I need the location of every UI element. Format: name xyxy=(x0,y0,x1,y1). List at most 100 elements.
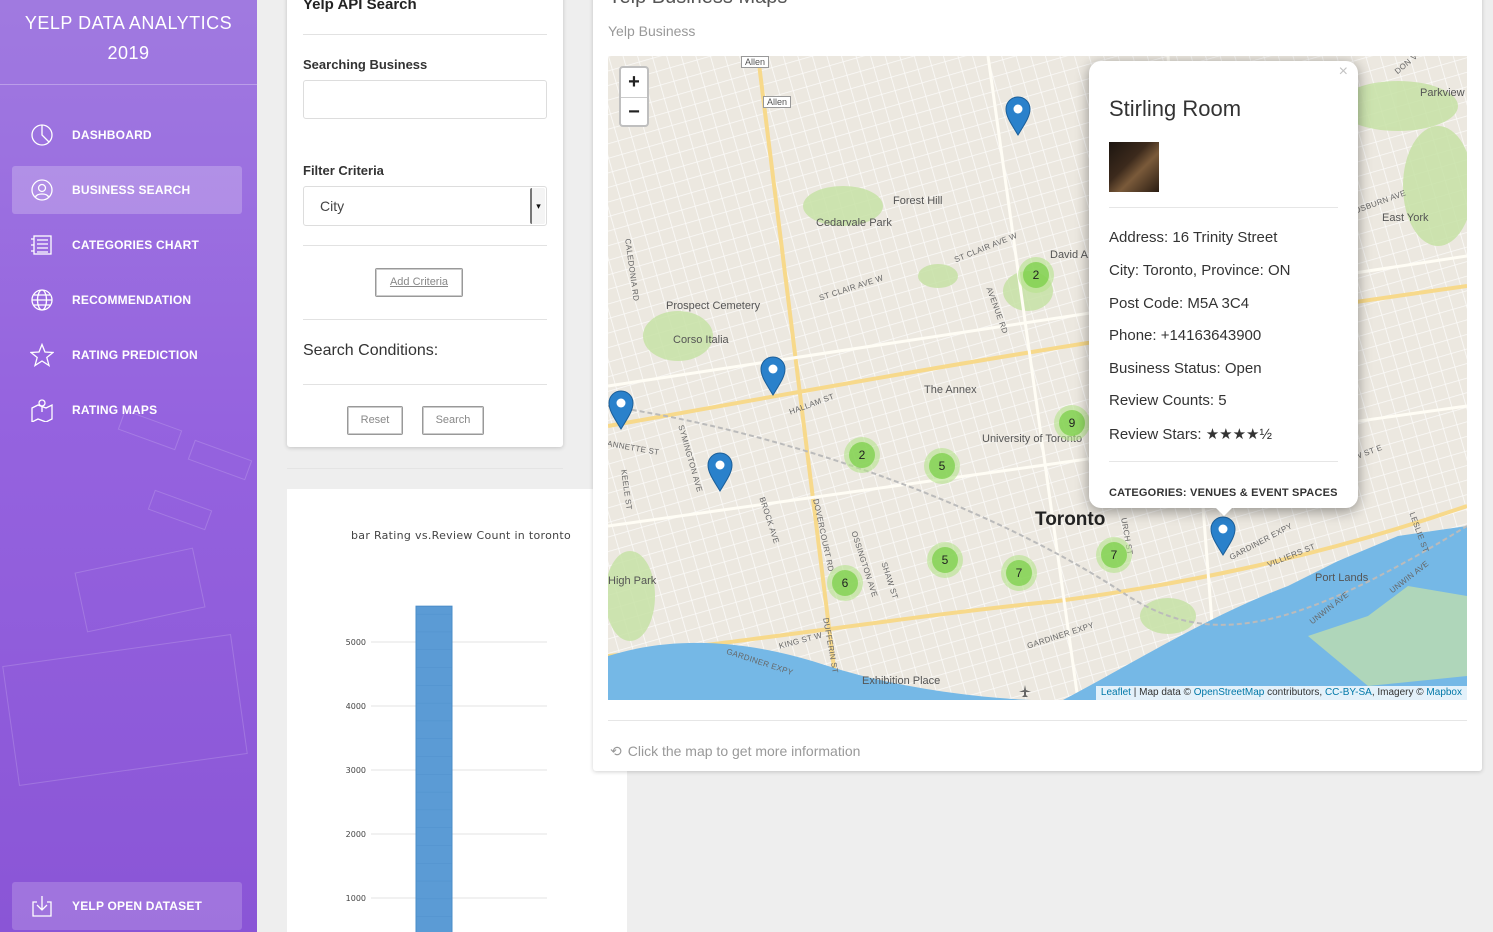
map-place-label: High Park xyxy=(608,575,657,587)
business-city: City: Toronto, Province: ON xyxy=(1109,262,1291,279)
popup-tip xyxy=(1214,506,1234,516)
marker-cluster[interactable]: 2 xyxy=(844,437,880,473)
cluster-count: 2 xyxy=(1023,262,1049,288)
divider xyxy=(303,34,547,35)
map-pin-icon[interactable] xyxy=(1210,516,1236,556)
map-footer: ⟲ Click the map to get more information xyxy=(610,743,860,760)
sidebar-item-label: RATING MAPS xyxy=(72,403,158,417)
y-tick-label: 5000 xyxy=(346,638,366,647)
y-tick-label: 4000 xyxy=(346,702,366,711)
cluster-count: 9 xyxy=(1059,410,1085,436)
search-panel: Yelp API Search Searching Business Filte… xyxy=(287,0,563,447)
map-pin-icon[interactable] xyxy=(760,356,786,396)
add-criteria-button[interactable]: Add Criteria xyxy=(375,268,463,297)
user-icon xyxy=(31,179,53,201)
map-place-label: Corso Italia xyxy=(673,334,729,346)
sidebar-item-dashboard[interactable]: DASHBOARD xyxy=(12,111,242,159)
map-panel: Yelp Business Maps Yelp Business xyxy=(593,0,1482,771)
business-phone: Phone: +14163643900 xyxy=(1109,327,1262,344)
business-review-stars: Review Stars: ★★★★½ xyxy=(1109,426,1272,443)
bar-chart: 1000 2000 3000 4000 5000 xyxy=(346,605,547,932)
zoom-out-button[interactable]: − xyxy=(621,98,647,127)
searching-business-label: Searching Business xyxy=(303,57,428,72)
search-conditions-label: Search Conditions: xyxy=(303,342,439,359)
sidebar-item-label: RECOMMENDATION xyxy=(72,293,192,307)
business-search-input[interactable] xyxy=(303,80,547,119)
map-pin-icon[interactable] xyxy=(1005,96,1031,136)
business-status: Business Status: Open xyxy=(1109,360,1262,377)
y-tick-label: 2000 xyxy=(346,830,366,839)
divider xyxy=(303,245,547,246)
mapbox-link[interactable]: Mapbox xyxy=(1426,687,1462,698)
map-pin-icon[interactable] xyxy=(707,452,733,492)
divider xyxy=(303,384,547,385)
search-button[interactable]: Search xyxy=(422,406,484,435)
section-divider xyxy=(287,468,563,469)
business-categories: CATEGORIES: VENUES & EVENT SPACES xyxy=(1109,487,1338,499)
globe-icon xyxy=(31,289,53,311)
marker-cluster[interactable]: 2 xyxy=(1018,257,1054,293)
attribution-text: contributors, xyxy=(1264,687,1325,698)
marker-cluster[interactable]: 5 xyxy=(927,542,963,578)
sidebar-item-recommendation[interactable]: RECOMMENDATION xyxy=(12,276,242,324)
cluster-count: 5 xyxy=(932,547,958,573)
cluster-count: 7 xyxy=(1101,542,1127,568)
chart-bar[interactable] xyxy=(415,605,453,932)
cc-link[interactable]: CC-BY-SA xyxy=(1325,687,1372,698)
map-icon xyxy=(31,399,53,422)
sidebar-item-rating-maps[interactable]: RATING MAPS xyxy=(12,386,242,434)
map-place-label: Allen xyxy=(763,96,792,108)
map-pin-icon[interactable] xyxy=(608,390,634,430)
popup-close-button[interactable]: × xyxy=(1339,63,1348,81)
marker-cluster[interactable]: 6 xyxy=(827,565,863,601)
divider xyxy=(1109,207,1338,208)
filter-criteria-select[interactable]: City ▾ xyxy=(303,186,547,226)
reset-button[interactable]: Reset xyxy=(347,406,403,435)
map-title: Yelp Business Maps xyxy=(608,0,787,9)
sidebar-item-label: CATEGORIES CHART xyxy=(72,238,199,252)
attribution-text: | Map data © xyxy=(1130,687,1194,698)
map-place-label: Allen xyxy=(741,56,770,68)
map-place-label: Exhibition Place xyxy=(862,675,941,687)
refresh-icon: ⟲ xyxy=(610,743,622,759)
rating-chart-panel: bar Rating vs.Review Count in toronto 10… xyxy=(287,489,627,932)
zoom-in-button[interactable]: + xyxy=(621,68,647,98)
app-title-line1: YELP DATA ANALYTICS xyxy=(24,13,233,33)
business-popup: × Stirling Room Address: 16 Trinity Stre… xyxy=(1089,61,1358,508)
map-place-label: Parkview Hills xyxy=(1420,87,1467,99)
sidebar-item-label: YELP OPEN DATASET xyxy=(72,899,203,913)
divider xyxy=(1109,461,1338,462)
map-place-label: Cedarvale Park xyxy=(816,217,892,229)
map-hint: Click the map to get more information xyxy=(627,743,861,759)
star-icon xyxy=(30,343,54,367)
sidebar-item-rating-prediction[interactable]: RATING PREDICTION xyxy=(12,331,242,379)
y-tick-label: 1000 xyxy=(346,894,366,903)
app-title: YELP DATA ANALYTICS 2019 xyxy=(0,8,257,68)
brand-divider xyxy=(0,84,257,85)
business-postcode: Post Code: M5A 3C4 xyxy=(1109,295,1250,312)
filter-selected-value: City xyxy=(320,198,345,214)
sidebar-item-business-search[interactable]: BUSINESS SEARCH xyxy=(12,166,242,214)
osm-link[interactable]: OpenStreetMap xyxy=(1194,687,1265,698)
sidebar-item-categories-chart[interactable]: CATEGORIES CHART xyxy=(12,221,242,269)
map-place-label: Forest Hill xyxy=(893,195,943,207)
map-attribution: Leaflet | Map data © OpenStreetMap contr… xyxy=(1095,686,1467,700)
map-subtitle: Yelp Business xyxy=(608,23,696,39)
map-place-label: Prospect Cemetery xyxy=(666,300,761,312)
cluster-count: 2 xyxy=(849,442,875,468)
divider xyxy=(608,720,1467,721)
attribution-text: , Imagery © xyxy=(1371,687,1427,698)
leaflet-map[interactable]: Allen Allen Forest Hill Cedarvale Park Prosp… xyxy=(608,56,1467,700)
marker-cluster[interactable]: 9 xyxy=(1054,405,1090,441)
marker-cluster[interactable]: 7 xyxy=(1096,537,1132,573)
download-icon xyxy=(32,896,52,917)
marker-cluster[interactable]: 5 xyxy=(924,448,960,484)
business-photo xyxy=(1109,142,1159,192)
dropdown-arrow-icon[interactable]: ▾ xyxy=(530,188,545,224)
sidebar-item-label: RATING PREDICTION xyxy=(72,348,198,362)
filter-criteria-label: Filter Criteria xyxy=(303,163,384,178)
leaflet-link[interactable]: Leaflet xyxy=(1101,687,1131,698)
sidebar-item-yelp-open-dataset[interactable]: YELP OPEN DATASET xyxy=(12,882,242,930)
marker-cluster[interactable]: 7 xyxy=(1001,555,1037,591)
map-place-label: The Annex xyxy=(924,384,977,396)
